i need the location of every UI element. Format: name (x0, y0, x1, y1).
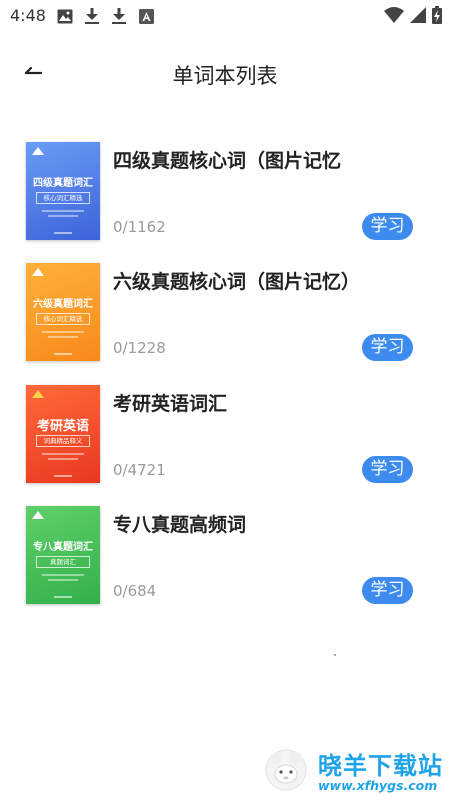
logo-icon (32, 268, 44, 276)
logo-icon (32, 511, 44, 519)
cover-title: 六级真题词汇 (33, 299, 93, 310)
cover-decoration (48, 579, 78, 581)
cover-decoration (42, 453, 84, 455)
page-title: 单词本列表 (172, 64, 278, 88)
list-item[interactable]: 专八真题词汇 真题词汇 专八真题高频词 0/684 学习 (0, 504, 450, 604)
cover-title: 四级真题词汇 (33, 178, 93, 189)
cover-decoration (42, 331, 84, 333)
cover-decoration (54, 475, 72, 477)
book-cover: 考研英语 词典精品释义 (26, 385, 100, 483)
cover-decoration (54, 353, 72, 355)
signal-icon (410, 7, 426, 27)
sheep-icon (265, 749, 307, 791)
cover-decoration (54, 232, 72, 234)
battery-icon (432, 6, 442, 28)
book-cover: 六级真题词汇 核心词汇精选 (26, 263, 100, 361)
notification-icons (56, 7, 155, 25)
book-title: 六级真题核心词（图片记忆） (113, 271, 361, 293)
book-progress: 0/4721 (113, 461, 166, 479)
divider-dot (334, 654, 336, 656)
cover-decoration (48, 336, 78, 338)
cover-decoration (54, 596, 72, 598)
cover-title: 考研英语 (36, 419, 89, 434)
system-icons (384, 6, 442, 28)
cover-decoration (48, 215, 78, 217)
font-a-icon (137, 7, 155, 25)
image-icon (56, 7, 74, 25)
study-button[interactable]: 学习 (362, 213, 413, 240)
watermark: 晓羊下载站 www.xfhygs.com (258, 740, 450, 800)
list-item[interactable]: 六级真题词汇 核心词汇精选 六级真题核心词（图片记忆） 0/1228 学习 (0, 261, 450, 361)
book-progress: 0/1228 (113, 339, 166, 357)
app-bar: 单词本列表 (0, 44, 450, 104)
study-button[interactable]: 学习 (362, 456, 413, 483)
watermark-name: 晓羊下载站 (318, 752, 443, 780)
status-bar: 4:48 (0, 0, 450, 32)
watermark-url: www.xfhygs.com (318, 778, 438, 793)
book-cover: 四级真题词汇 核心词汇精选 (26, 142, 100, 240)
study-button[interactable]: 学习 (362, 334, 413, 361)
wifi-icon (384, 7, 404, 27)
cover-subtitle: 核心词汇精选 (36, 313, 90, 325)
download-icon (83, 7, 101, 25)
status-time: 4:48 (10, 6, 46, 25)
book-cover: 专八真题词汇 真题词汇 (26, 506, 100, 604)
logo-icon (32, 147, 44, 155)
cover-subtitle: 词典精品释义 (36, 435, 90, 447)
study-button[interactable]: 学习 (362, 577, 413, 604)
book-title: 专八真题高频词 (113, 514, 247, 536)
cover-decoration (48, 458, 78, 460)
cover-decoration (42, 574, 84, 576)
cover-title: 专八真题词汇 (33, 542, 93, 553)
list-item[interactable]: 考研英语 词典精品释义 考研英语词汇 0/4721 学习 (0, 383, 450, 483)
cover-decoration (42, 210, 84, 212)
book-progress: 0/684 (113, 582, 157, 600)
download-icon (110, 7, 128, 25)
book-progress: 0/1162 (113, 218, 166, 236)
cover-subtitle: 真题词汇 (36, 556, 90, 568)
logo-icon (32, 390, 44, 398)
book-title: 考研英语词汇 (113, 393, 228, 415)
book-title: 四级真题核心词（图片记忆 (113, 150, 342, 172)
cover-subtitle: 核心词汇精选 (36, 192, 90, 204)
list-item[interactable]: 四级真题词汇 核心词汇精选 四级真题核心词（图片记忆 0/1162 学习 (0, 140, 450, 240)
